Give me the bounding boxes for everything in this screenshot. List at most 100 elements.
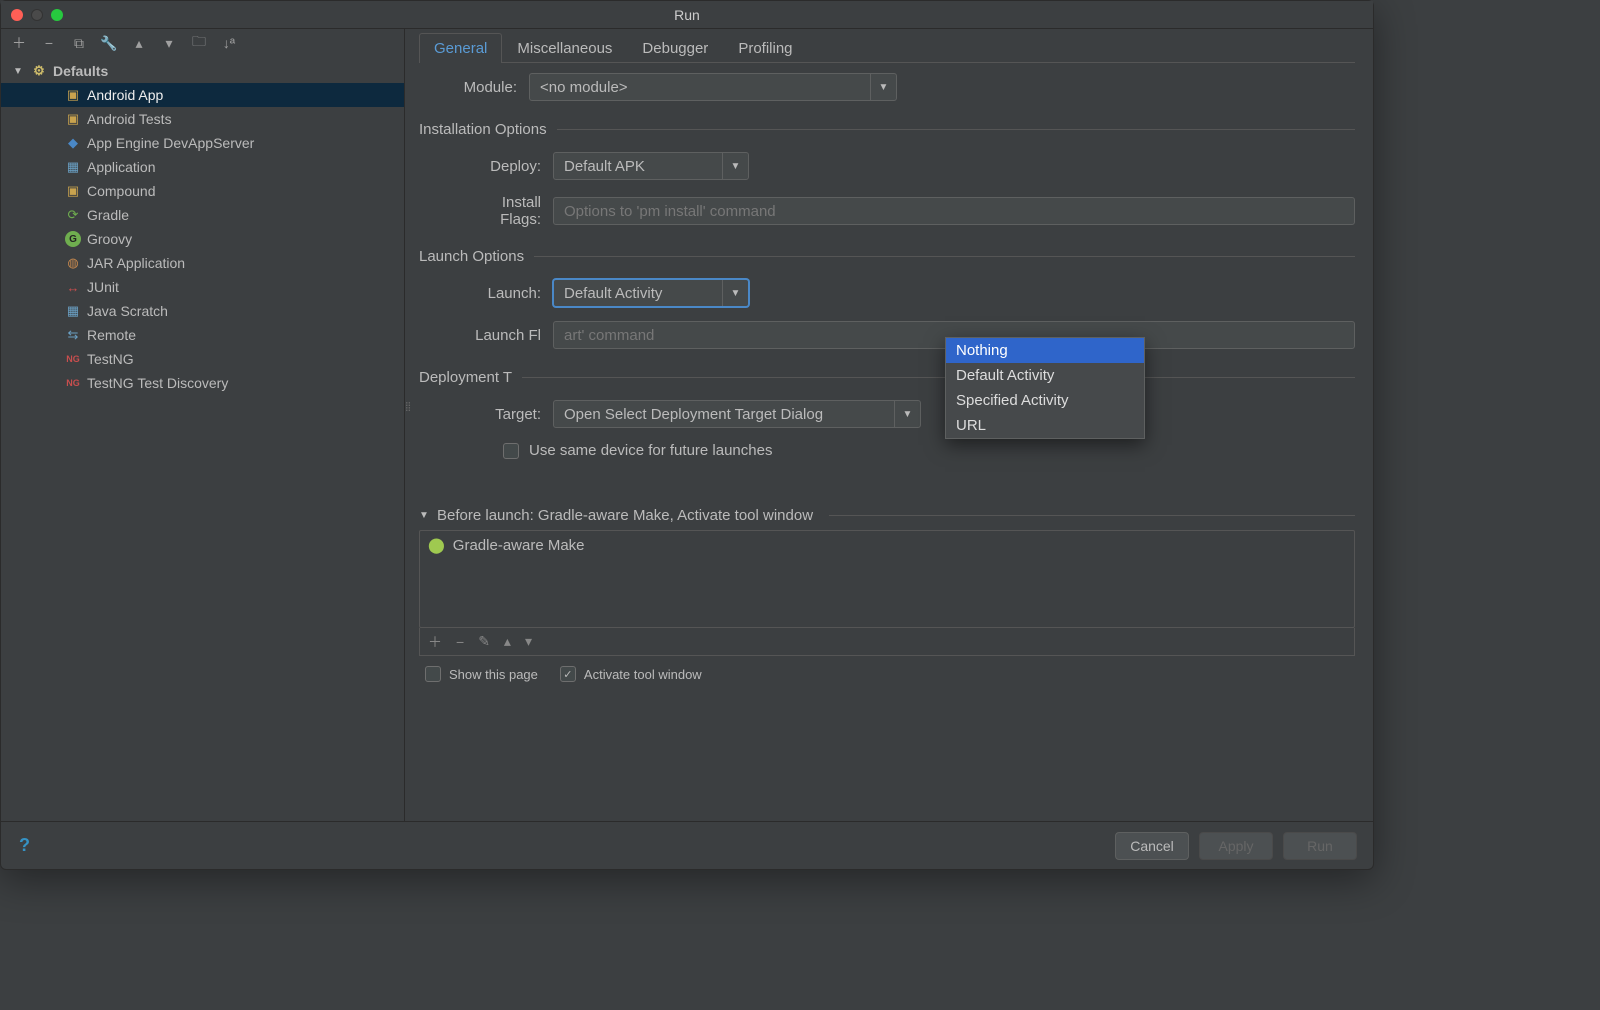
same-device-checkbox[interactable] [503, 443, 519, 459]
groovy-icon: G [65, 231, 81, 247]
tree-root-defaults[interactable]: ▼ ⚙ Defaults [1, 59, 404, 83]
apply-button[interactable]: Apply [1199, 832, 1273, 860]
tree-item-jar[interactable]: ◍ JAR Application [1, 251, 404, 275]
gcp-icon: ◆ [65, 135, 81, 151]
tab-miscellaneous[interactable]: Miscellaneous [502, 33, 627, 63]
show-page-checkbox[interactable] [425, 666, 441, 682]
show-page-label: Show this page [449, 667, 538, 682]
tree-root-label: Defaults [53, 63, 108, 79]
help-icon[interactable]: ? [19, 835, 41, 857]
up-icon[interactable]: ▴ [504, 633, 511, 650]
before-launch-toolbar: ＋ − ✎ ▴ ▾ [419, 628, 1355, 656]
copy-icon[interactable]: ⧉ [71, 35, 87, 51]
run-button[interactable]: Run [1283, 832, 1357, 860]
tree-item-app-engine[interactable]: ◆ App Engine DevAppServer [1, 131, 404, 155]
tree-item-junit[interactable]: ↔ JUnit [1, 275, 404, 299]
install-flags-input[interactable] [553, 197, 1355, 225]
android-icon: ⬤ [428, 536, 445, 554]
chevron-down-icon: ▼ [722, 280, 748, 306]
tree-item-label: JAR Application [87, 255, 185, 271]
add-icon[interactable]: ＋ [428, 632, 442, 652]
tree-item-testng[interactable]: NG TestNG [1, 347, 404, 371]
deployment-target-group-label: Deployment T [419, 369, 1355, 386]
tree-item-label: Java Scratch [87, 303, 168, 319]
gear-icon: ⚙ [31, 63, 47, 79]
wrench-icon[interactable]: 🔧 [101, 35, 117, 51]
compound-icon: ▣ [65, 183, 81, 199]
tree-item-label: App Engine DevAppServer [87, 135, 254, 151]
window-title: Run [1, 7, 1373, 23]
chevron-down-icon: ▼ [722, 153, 748, 179]
sort-icon[interactable]: ↓ª [221, 35, 237, 51]
launch-options-group-label: Launch Options [419, 248, 1355, 265]
tree-item-label: Remote [87, 327, 136, 343]
folder-icon[interactable]: 🗀 [191, 35, 207, 51]
edit-icon[interactable]: ✎ [478, 633, 490, 650]
cancel-button[interactable]: Cancel [1115, 832, 1189, 860]
same-device-label: Use same device for future launches [529, 442, 772, 459]
module-label: Module: [419, 79, 529, 96]
tab-profiling[interactable]: Profiling [723, 33, 807, 63]
tabs: General Miscellaneous Debugger Profiling [419, 33, 1355, 63]
titlebar: Run [1, 1, 1373, 29]
tab-general[interactable]: General [419, 33, 502, 63]
tree-item-android-app[interactable]: ▣ Android App [1, 83, 404, 107]
target-label: Target: [443, 406, 553, 423]
tree-item-groovy[interactable]: G Groovy [1, 227, 404, 251]
deploy-dropdown[interactable]: Default APK ▼ [553, 152, 749, 180]
tree-item-remote[interactable]: ⇆ Remote [1, 323, 404, 347]
tree-item-compound[interactable]: ▣ Compound [1, 179, 404, 203]
tree-item-java-scratch[interactable]: ▦ Java Scratch [1, 299, 404, 323]
before-launch-title: Before launch: Gradle-aware Make, Activa… [437, 507, 813, 524]
tree-item-label: Groovy [87, 231, 132, 247]
application-icon: ▦ [65, 159, 81, 175]
module-dropdown[interactable]: <no module> ▼ [529, 73, 897, 101]
target-dropdown[interactable]: Open Select Deployment Target Dialog ▼ [553, 400, 921, 428]
scratch-icon: ▦ [65, 303, 81, 319]
remove-icon[interactable]: − [456, 634, 464, 650]
before-launch-list[interactable]: ⬤ Gradle-aware Make [419, 530, 1355, 628]
deploy-label: Deploy: [443, 158, 553, 175]
jar-icon: ◍ [65, 255, 81, 271]
add-icon[interactable]: ＋ [11, 35, 27, 51]
launch-dropdown[interactable]: Default Activity ▼ [553, 279, 749, 307]
up-icon[interactable]: ▴ [131, 35, 147, 51]
down-icon[interactable]: ▾ [525, 633, 532, 650]
launch-option-default-activity[interactable]: Default Activity [946, 363, 1144, 388]
tree-item-android-tests[interactable]: ▣ Android Tests [1, 107, 404, 131]
tree-item-gradle[interactable]: ⟳ Gradle [1, 203, 404, 227]
caret-down-icon: ▼ [13, 66, 25, 77]
testng-icon: NG [65, 375, 81, 391]
install-flags-label: Install Flags: [443, 194, 553, 228]
tree-item-testng-discovery[interactable]: NG TestNG Test Discovery [1, 371, 404, 395]
tab-debugger[interactable]: Debugger [627, 33, 723, 63]
launch-option-url[interactable]: URL [946, 413, 1144, 438]
deploy-value: Default APK [554, 158, 722, 175]
tree-item-label: TestNG [87, 351, 134, 367]
list-item[interactable]: ⬤ Gradle-aware Make [420, 531, 1354, 559]
tree-item-application[interactable]: ▦ Application [1, 155, 404, 179]
launch-label: Launch: [443, 285, 553, 302]
chevron-down-icon: ▼ [870, 74, 896, 100]
android-tests-icon: ▣ [65, 111, 81, 127]
tree-item-label: Application [87, 159, 156, 175]
footer: ? Cancel Apply Run [1, 821, 1373, 869]
launch-option-nothing[interactable]: Nothing [946, 338, 1144, 363]
remote-icon: ⇆ [65, 327, 81, 343]
testng-icon: NG [65, 351, 81, 367]
config-tree[interactable]: ▼ ⚙ Defaults ▣ Android App ▣ Android Tes… [1, 57, 404, 817]
junit-icon: ↔ [65, 279, 81, 295]
down-icon[interactable]: ▾ [161, 35, 177, 51]
remove-icon[interactable]: − [41, 35, 57, 51]
activate-window-checkbox[interactable]: ✓ [560, 666, 576, 682]
tree-item-label: TestNG Test Discovery [87, 375, 228, 391]
sidebar-toolbar: ＋ − ⧉ 🔧 ▴ ▾ 🗀 ↓ª [1, 29, 404, 57]
before-launch-header[interactable]: ▼ Before launch: Gradle-aware Make, Acti… [419, 507, 1355, 524]
tree-item-label: Compound [87, 183, 156, 199]
content-pane: General Miscellaneous Debugger Profiling… [405, 29, 1373, 821]
tree-item-label: JUnit [87, 279, 119, 295]
activate-window-label: Activate tool window [584, 667, 702, 682]
launch-option-specified-activity[interactable]: Specified Activity [946, 388, 1144, 413]
target-value: Open Select Deployment Target Dialog [554, 406, 894, 423]
caret-down-icon: ▼ [419, 510, 431, 521]
